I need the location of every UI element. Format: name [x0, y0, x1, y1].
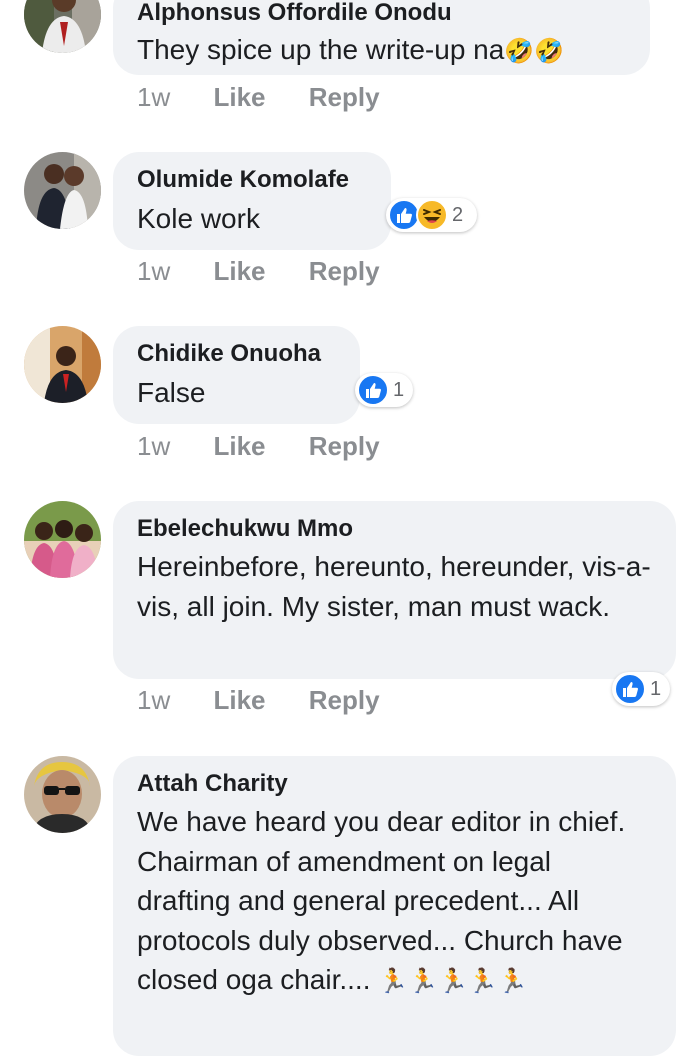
avatar[interactable] — [24, 152, 101, 229]
comment-bubble: Attah Charity We have heard you dear edi… — [113, 756, 676, 1056]
comment-actions: 1w Like Reply — [137, 431, 380, 462]
comment-text: They spice up the write-up na🤣🤣 — [137, 30, 626, 72]
like-button[interactable]: Like — [213, 256, 265, 286]
comment-bubble: Alphonsus Offordile Onodu They spice up … — [113, 0, 650, 75]
like-button[interactable]: Like — [213, 431, 265, 461]
comment-bubble: Ebelechukwu Mmo Hereinbefore, hereunto, … — [113, 501, 676, 679]
reply-button[interactable]: Reply — [309, 431, 380, 461]
comment-timestamp[interactable]: 1w — [137, 82, 170, 112]
like-reaction-icon — [357, 374, 389, 406]
comment-timestamp[interactable]: 1w — [137, 431, 170, 461]
like-button[interactable]: Like — [213, 685, 265, 715]
reply-button[interactable]: Reply — [309, 256, 380, 286]
comment-actions: 1w Like Reply — [137, 256, 380, 287]
reaction-count: 1 — [393, 378, 405, 401]
reaction-summary[interactable]: 1 — [355, 373, 413, 407]
reaction-summary[interactable]: 1 — [612, 672, 670, 706]
comment-author[interactable]: Attah Charity — [137, 769, 652, 799]
reply-button[interactable]: Reply — [309, 685, 380, 715]
comment-text: Hereinbefore, hereunto, hereunder, vis-a… — [137, 551, 651, 622]
comment-author[interactable]: Chidike Onuoha — [137, 339, 336, 369]
haha-reaction-icon — [416, 199, 448, 231]
comment-bubble: Chidike Onuoha False — [113, 326, 360, 424]
comment-author[interactable]: Ebelechukwu Mmo — [137, 514, 652, 544]
avatar[interactable] — [24, 0, 101, 53]
comment-text-body: They spice up the write-up na — [137, 34, 505, 65]
comment-timestamp[interactable]: 1w — [137, 685, 170, 715]
like-button[interactable]: Like — [213, 82, 265, 112]
avatar[interactable] — [24, 326, 101, 403]
avatar[interactable] — [24, 756, 101, 833]
avatar[interactable] — [24, 501, 101, 578]
comment-text: Kole work — [137, 203, 260, 234]
reaction-summary[interactable]: 2 — [386, 198, 477, 232]
comment-timestamp[interactable]: 1w — [137, 256, 170, 286]
reply-button[interactable]: Reply — [309, 82, 380, 112]
like-reaction-icon — [614, 673, 646, 705]
comment-actions: 1w Like Reply — [137, 685, 380, 716]
reaction-count: 1 — [650, 677, 662, 700]
reaction-count: 2 — [452, 203, 464, 226]
comment-text: False — [137, 377, 206, 408]
comment-text: We have heard you dear editor in chief. … — [137, 802, 652, 1002]
comment-bubble: Olumide Komolafe Kole work — [113, 152, 391, 250]
comment-author[interactable]: Alphonsus Offordile Onodu — [137, 0, 626, 28]
laughing-emoji-icon: 🤣🤣 — [504, 38, 565, 65]
running-emoji-icon: 🏃🏃🏃🏃🏃 — [378, 968, 528, 995]
comment-actions: 1w Like Reply — [137, 82, 380, 113]
comment-text-body: We have heard you dear editor in chief. … — [137, 806, 626, 995]
comment-author[interactable]: Olumide Komolafe — [137, 165, 367, 195]
